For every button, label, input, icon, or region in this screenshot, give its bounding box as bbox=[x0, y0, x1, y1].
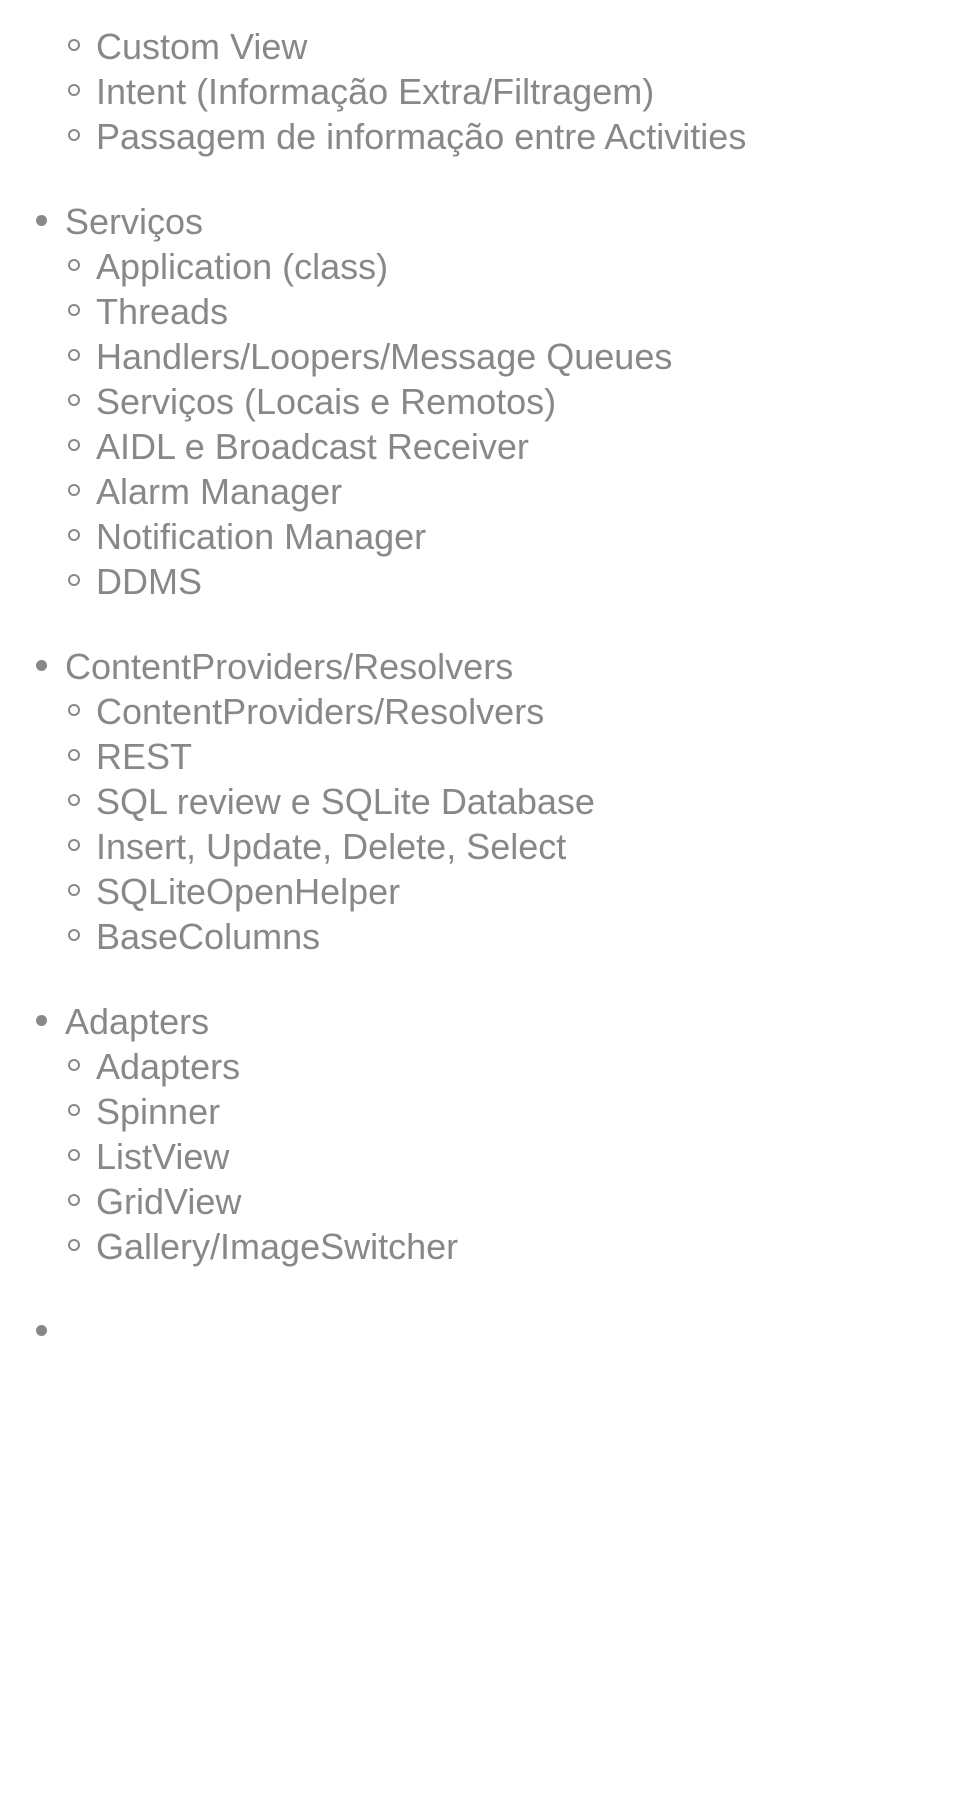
list-item: SQL review e SQLite Database bbox=[68, 779, 924, 824]
list-item: Custom View bbox=[68, 24, 924, 69]
list-item: Gallery/ImageSwitcher bbox=[68, 1224, 924, 1269]
list-item: Threads bbox=[68, 289, 924, 334]
item-label: Custom View bbox=[96, 24, 307, 69]
list-item: Notification Manager bbox=[68, 514, 924, 559]
list-item: Handlers/Loopers/Message Queues bbox=[68, 334, 924, 379]
sublist-servicos: Application (class) Threads Handlers/Loo… bbox=[36, 244, 924, 604]
list-item: BaseColumns bbox=[68, 914, 924, 959]
item-label: Alarm Manager bbox=[96, 469, 342, 514]
sublist-orphan: Custom View Intent (Informação Extra/Fil… bbox=[36, 24, 924, 159]
item-label: GridView bbox=[96, 1179, 241, 1224]
item-label: Threads bbox=[96, 289, 228, 334]
list-item: Alarm Manager bbox=[68, 469, 924, 514]
item-label: SQLiteOpenHelper bbox=[96, 869, 400, 914]
item-label: Intent (Informação Extra/Filtragem) bbox=[96, 69, 654, 114]
section-orphan: Custom View Intent (Informação Extra/Fil… bbox=[36, 24, 924, 159]
list-item: GridView bbox=[68, 1179, 924, 1224]
section-servicos: Serviços Application (class) Threads Han… bbox=[36, 199, 924, 604]
item-label: Gallery/ImageSwitcher bbox=[96, 1224, 458, 1269]
section-header-empty bbox=[36, 1309, 924, 1336]
outline-list: Custom View Intent (Informação Extra/Fil… bbox=[36, 24, 924, 1336]
sublist-adapters: Adapters Spinner ListView GridView Galle… bbox=[36, 1044, 924, 1269]
item-label: Insert, Update, Delete, Select bbox=[96, 824, 566, 869]
section-contentproviders: ContentProviders/Resolvers ContentProvid… bbox=[36, 644, 924, 959]
item-label: AIDL e Broadcast Receiver bbox=[96, 424, 529, 469]
sublist-contentproviders: ContentProviders/Resolvers REST SQL revi… bbox=[36, 689, 924, 959]
item-label: Passagem de informação entre Activities bbox=[96, 114, 746, 159]
item-label: Serviços (Locais e Remotos) bbox=[96, 379, 556, 424]
list-item: Insert, Update, Delete, Select bbox=[68, 824, 924, 869]
item-label: SQL review e SQLite Database bbox=[96, 779, 595, 824]
list-item: SQLiteOpenHelper bbox=[68, 869, 924, 914]
item-label: Adapters bbox=[96, 1044, 240, 1089]
section-title: Adapters bbox=[65, 999, 209, 1044]
section-empty-trailing bbox=[36, 1309, 924, 1336]
item-label: Handlers/Loopers/Message Queues bbox=[96, 334, 672, 379]
section-adapters: Adapters Adapters Spinner ListView GridV… bbox=[36, 999, 924, 1269]
list-item: Spinner bbox=[68, 1089, 924, 1134]
list-item: Intent (Informação Extra/Filtragem) bbox=[68, 69, 924, 114]
list-item: Application (class) bbox=[68, 244, 924, 289]
section-title: Serviços bbox=[65, 199, 203, 244]
section-header: Serviços bbox=[36, 199, 924, 244]
item-label: Notification Manager bbox=[96, 514, 426, 559]
list-item: Passagem de informação entre Activities bbox=[68, 114, 924, 159]
section-title: ContentProviders/Resolvers bbox=[65, 644, 513, 689]
item-label: Spinner bbox=[96, 1089, 220, 1134]
item-label: Application (class) bbox=[96, 244, 388, 289]
list-item: DDMS bbox=[68, 559, 924, 604]
list-item: REST bbox=[68, 734, 924, 779]
item-label: REST bbox=[96, 734, 192, 779]
item-label: BaseColumns bbox=[96, 914, 320, 959]
item-label: ListView bbox=[96, 1134, 229, 1179]
item-label: DDMS bbox=[96, 559, 202, 604]
list-item: ListView bbox=[68, 1134, 924, 1179]
list-item: Serviços (Locais e Remotos) bbox=[68, 379, 924, 424]
document-page: Custom View Intent (Informação Extra/Fil… bbox=[0, 0, 960, 1376]
list-item: AIDL e Broadcast Receiver bbox=[68, 424, 924, 469]
section-header: Adapters bbox=[36, 999, 924, 1044]
section-header: ContentProviders/Resolvers bbox=[36, 644, 924, 689]
list-item: Adapters bbox=[68, 1044, 924, 1089]
list-item: ContentProviders/Resolvers bbox=[68, 689, 924, 734]
item-label: ContentProviders/Resolvers bbox=[96, 689, 544, 734]
